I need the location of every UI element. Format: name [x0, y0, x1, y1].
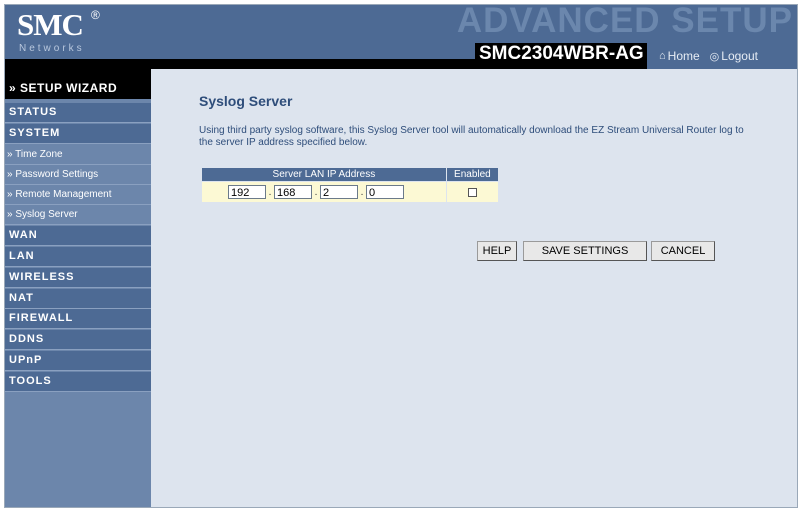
- advanced-setup-banner: ADVANCED SETUP: [456, 4, 793, 40]
- top-nav: ⌂ Home ◎ Logout: [651, 43, 797, 69]
- logo-subtitle: Networks: [19, 43, 85, 54]
- enabled-column-header: Enabled: [445, 167, 500, 182]
- sidebar-item-nat[interactable]: NAT: [5, 289, 151, 309]
- sidebar-item-remote-management[interactable]: » Remote Management: [5, 185, 151, 205]
- page-description: Using third party syslog software, this …: [199, 125, 744, 148]
- setup-wizard-label: » SETUP WIZARD: [9, 81, 118, 95]
- model-name: SMC2304WBR-AG: [479, 43, 644, 64]
- ip-separator: .: [314, 186, 318, 198]
- logout-link[interactable]: ◎ Logout: [710, 49, 758, 63]
- ip-separator: .: [360, 186, 364, 198]
- setup-wizard-link[interactable]: » SETUP WIZARD: [5, 69, 151, 99]
- sidebar-item-syslog-server[interactable]: » Syslog Server: [5, 205, 151, 225]
- enabled-checkbox[interactable]: [467, 187, 477, 197]
- home-icon: ⌂: [659, 50, 666, 62]
- sidebar-item-password-settings[interactable]: » Password Settings: [5, 165, 151, 185]
- sidebar-item-tools[interactable]: TOOLS: [5, 372, 151, 392]
- registered-mark: ®: [91, 8, 100, 22]
- sidebar-item-wireless[interactable]: WIRELESS: [5, 268, 151, 288]
- ip-octet-1-input[interactable]: 192: [228, 185, 266, 199]
- sidebar-item-time-zone[interactable]: » Time Zone: [5, 145, 151, 165]
- sidebar-item-status[interactable]: STATUS: [5, 103, 151, 123]
- enabled-cell: [445, 181, 500, 203]
- ip-octet-2-input[interactable]: 168: [274, 185, 312, 199]
- sidebar-item-lan[interactable]: LAN: [5, 247, 151, 267]
- sidebar-item-ddns[interactable]: DDNS: [5, 330, 151, 350]
- cancel-button[interactable]: CANCEL: [651, 241, 715, 261]
- help-button[interactable]: HELP: [477, 241, 517, 261]
- sidebar-item-system[interactable]: SYSTEM: [5, 124, 151, 144]
- sidebar-item-wan[interactable]: WAN: [5, 226, 151, 246]
- logout-icon: ◎: [709, 50, 720, 63]
- sidebar-item-firewall[interactable]: FIREWALL: [5, 309, 151, 329]
- header: SMC ® Networks ADVANCED SETUP SMC2304WBR…: [5, 5, 797, 69]
- home-link[interactable]: ⌂ Home: [659, 49, 700, 63]
- sidebar: » SETUP WIZARD STATUS SYSTEM » Time Zone…: [5, 69, 151, 507]
- home-label: Home: [667, 49, 700, 63]
- ip-column-header: Server LAN IP Address: [201, 167, 447, 182]
- ip-separator: .: [268, 186, 272, 198]
- ip-address-group: 192 . 168 . 2 . 0: [202, 185, 446, 199]
- ip-octet-3-input[interactable]: 2: [320, 185, 358, 199]
- router-admin-window: SMC ® Networks ADVANCED SETUP SMC2304WBR…: [4, 4, 798, 508]
- logout-label: Logout: [721, 49, 758, 63]
- smc-logo: SMC: [17, 7, 84, 42]
- syslog-server-table: Server LAN IP Address Enabled 192 . 168 …: [201, 167, 500, 203]
- page-title: Syslog Server: [199, 93, 293, 109]
- ip-octet-4-input[interactable]: 0: [366, 185, 404, 199]
- table-header-row: Server LAN IP Address Enabled: [201, 167, 500, 182]
- table-row: 192 . 168 . 2 . 0: [201, 181, 500, 203]
- ip-cell: 192 . 168 . 2 . 0: [201, 181, 447, 203]
- sidebar-item-upnp[interactable]: UPnP: [5, 351, 151, 371]
- save-settings-button[interactable]: SAVE SETTINGS: [523, 241, 647, 261]
- main-content: Syslog Server Using third party syslog s…: [151, 69, 797, 507]
- header-band: [5, 59, 475, 69]
